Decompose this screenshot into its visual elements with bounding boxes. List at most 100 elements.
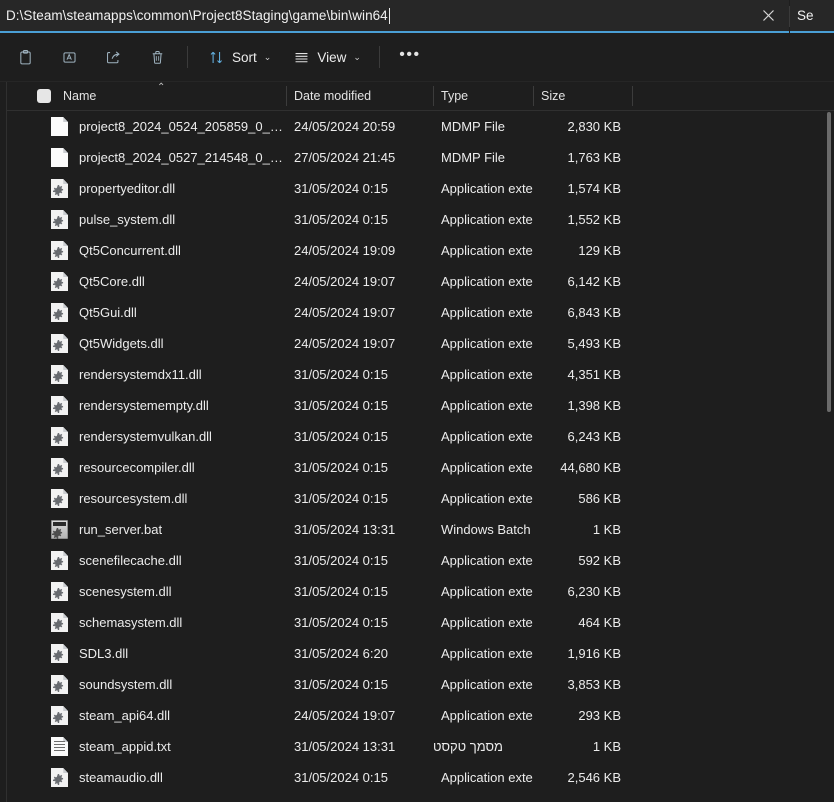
table-row[interactable]: scenefilecache.dll 31/05/2024 0:15 Applica…	[7, 545, 834, 576]
file-date-cell: 31/05/2024 0:15	[286, 367, 433, 382]
vertical-scrollbar[interactable]	[822, 82, 834, 802]
file-name-cell[interactable]: propertyeditor.dll	[7, 179, 286, 198]
table-row[interactable]: project8_2024_0524_205859_0_accessvi... 2…	[7, 111, 834, 142]
file-name-cell[interactable]: run_server.bat	[7, 520, 286, 539]
file-date-cell: 31/05/2024 0:15	[286, 677, 433, 692]
dll-icon	[51, 396, 68, 415]
file-date-cell: 31/05/2024 0:15	[286, 398, 433, 413]
address-input-wrap[interactable]: D:\Steam\steamapps\common\Project8Stagin…	[6, 7, 747, 24]
column-header-name[interactable]: Name ⌃	[7, 82, 286, 110]
file-name-cell[interactable]: Qt5Widgets.dll	[7, 334, 286, 353]
address-input[interactable]: D:\Steam\steamapps\common\Project8Stagin…	[6, 8, 388, 23]
table-row[interactable]: run_server.bat 31/05/2024 13:31 Windows Ba…	[7, 514, 834, 545]
paste-button[interactable]	[5, 41, 45, 73]
file-icon	[51, 117, 68, 136]
file-name-cell[interactable]: soundsystem.dll	[7, 675, 286, 694]
file-type-cell: Application exten...	[433, 553, 533, 568]
column-header-row: Name ⌃ Date modified Type Size	[7, 82, 834, 111]
file-name-cell[interactable]: SDL3.dll	[7, 644, 286, 663]
table-row[interactable]: rendersystemdx11.dll 31/05/2024 0:15 Appli…	[7, 359, 834, 390]
share-button[interactable]	[93, 41, 133, 73]
table-row[interactable]: Qt5Gui.dll 24/05/2024 19:07 Application ex…	[7, 297, 834, 328]
table-row[interactable]: Qt5Core.dll 24/05/2024 19:07 Application e…	[7, 266, 834, 297]
file-type-cell: Application exten...	[433, 770, 533, 785]
file-name-cell[interactable]: rendersystemempty.dll	[7, 396, 286, 415]
file-name-cell[interactable]: scenefilecache.dll	[7, 551, 286, 570]
column-header-size[interactable]: Size	[533, 82, 632, 110]
table-row[interactable]: Qt5Concurrent.dll 24/05/2024 19:09 Applica…	[7, 235, 834, 266]
table-row[interactable]: steam_appid.txt 31/05/2024 13:31 מסמך טקסט…	[7, 731, 834, 762]
chevron-down-icon: ⌄	[263, 51, 272, 62]
dll-icon	[51, 582, 68, 601]
table-row[interactable]: Qt5Widgets.dll 24/05/2024 19:07 Applicatio…	[7, 328, 834, 359]
see-more-button[interactable]: •••	[390, 41, 430, 73]
table-row[interactable]: rendersystemempty.dll 31/05/2024 0:15 Appl…	[7, 390, 834, 421]
file-size-label: 5,493 KB	[567, 336, 622, 351]
table-row[interactable]: steam_api64.dll 24/05/2024 19:07 Applicati…	[7, 700, 834, 731]
sort-button[interactable]: Sort ⌄	[198, 41, 279, 73]
file-name-cell[interactable]: pulse_system.dll	[7, 210, 286, 229]
rename-button[interactable]	[49, 41, 89, 73]
delete-button[interactable]	[137, 41, 177, 73]
table-row[interactable]: propertyeditor.dll 31/05/2024 0:15 Applica…	[7, 173, 834, 204]
table-row[interactable]: schemasystem.dll 31/05/2024 0:15 Applicati…	[7, 607, 834, 638]
file-name-cell[interactable]: resourcecompiler.dll	[7, 458, 286, 477]
file-name-cell[interactable]: project8_2024_0527_214548_0_accessvi...	[7, 148, 286, 167]
file-name-cell[interactable]: schemasystem.dll	[7, 613, 286, 632]
file-name-cell[interactable]: rendersystemvulkan.dll	[7, 427, 286, 446]
file-name-cell[interactable]: project8_2024_0524_205859_0_accessvi...	[7, 117, 286, 136]
file-date-label: 24/05/2024 19:07	[294, 708, 396, 723]
file-size-label: 1 KB	[592, 522, 621, 537]
search-box[interactable]: Se	[790, 0, 834, 33]
file-date-label: 31/05/2024 0:15	[294, 615, 388, 630]
table-row[interactable]: resourcecompiler.dll 31/05/2024 0:15 Appli…	[7, 452, 834, 483]
file-name-cell[interactable]: Qt5Concurrent.dll	[7, 241, 286, 260]
dll-icon	[51, 613, 68, 632]
column-header-date-modified[interactable]: Date modified	[286, 82, 433, 110]
file-type-cell: Application exten...	[433, 491, 533, 506]
text-file-icon	[51, 737, 68, 756]
file-size-cell: 1 KB	[533, 522, 632, 537]
address-bar[interactable]: D:\Steam\steamapps\common\Project8Stagin…	[0, 0, 789, 33]
file-date-label: 31/05/2024 13:31	[294, 522, 396, 537]
column-header-spacer	[632, 82, 834, 110]
file-type-label: Application exten...	[441, 305, 533, 320]
file-name-cell[interactable]: steam_api64.dll	[7, 706, 286, 725]
table-row[interactable]: rendersystemvulkan.dll 31/05/2024 0:15 App…	[7, 421, 834, 452]
table-row[interactable]: pulse_system.dll 31/05/2024 0:15 Applicati…	[7, 204, 834, 235]
dll-icon	[51, 241, 68, 260]
view-button[interactable]: View ⌄	[283, 41, 369, 73]
select-all-checkbox[interactable]	[37, 89, 51, 103]
dll-icon	[51, 303, 68, 322]
file-date-label: 31/05/2024 0:15	[294, 367, 388, 382]
column-header-date-label: Date modified	[294, 89, 372, 103]
scrollbar-thumb[interactable]	[827, 112, 831, 412]
clear-address-button[interactable]	[747, 0, 789, 31]
file-name-cell[interactable]: Qt5Core.dll	[7, 272, 286, 291]
file-name-cell[interactable]: scenesystem.dll	[7, 582, 286, 601]
file-date-label: 31/05/2024 6:20	[294, 646, 388, 661]
file-size-label: 129 KB	[578, 243, 621, 258]
file-date-cell: 24/05/2024 20:59	[286, 119, 433, 134]
file-type-label: Application exten...	[441, 615, 533, 630]
table-row[interactable]: project8_2024_0527_214548_0_accessvi... 2…	[7, 142, 834, 173]
table-row[interactable]: steamaudio.dll 31/05/2024 0:15 Application…	[7, 762, 834, 793]
table-row[interactable]: scenesystem.dll 31/05/2024 0:15 Applicatio…	[7, 576, 834, 607]
file-name-cell[interactable]: resourcesystem.dll	[7, 489, 286, 508]
file-date-cell: 31/05/2024 0:15	[286, 212, 433, 227]
table-row[interactable]: SDL3.dll 31/05/2024 6:20 Application exten…	[7, 638, 834, 669]
search-input[interactable]: Se	[797, 8, 814, 23]
toolbar-divider-1	[187, 46, 188, 68]
column-header-type[interactable]: Type	[433, 82, 533, 110]
file-name-cell[interactable]: rendersystemdx11.dll	[7, 365, 286, 384]
file-size-label: 1,916 KB	[567, 646, 622, 661]
table-row[interactable]: resourcesystem.dll 31/05/2024 0:15 Applica…	[7, 483, 834, 514]
file-name-cell[interactable]: steamaudio.dll	[7, 768, 286, 787]
file-name-cell[interactable]: steam_appid.txt	[7, 737, 286, 756]
file-type-cell: Windows Batch File	[433, 522, 533, 537]
file-date-cell: 24/05/2024 19:07	[286, 274, 433, 289]
file-type-cell: Application exten...	[433, 243, 533, 258]
file-name-cell[interactable]: Qt5Gui.dll	[7, 303, 286, 322]
table-row[interactable]: soundsystem.dll 31/05/2024 0:15 Applicatio…	[7, 669, 834, 700]
column-header-name-label: Name	[63, 89, 97, 103]
